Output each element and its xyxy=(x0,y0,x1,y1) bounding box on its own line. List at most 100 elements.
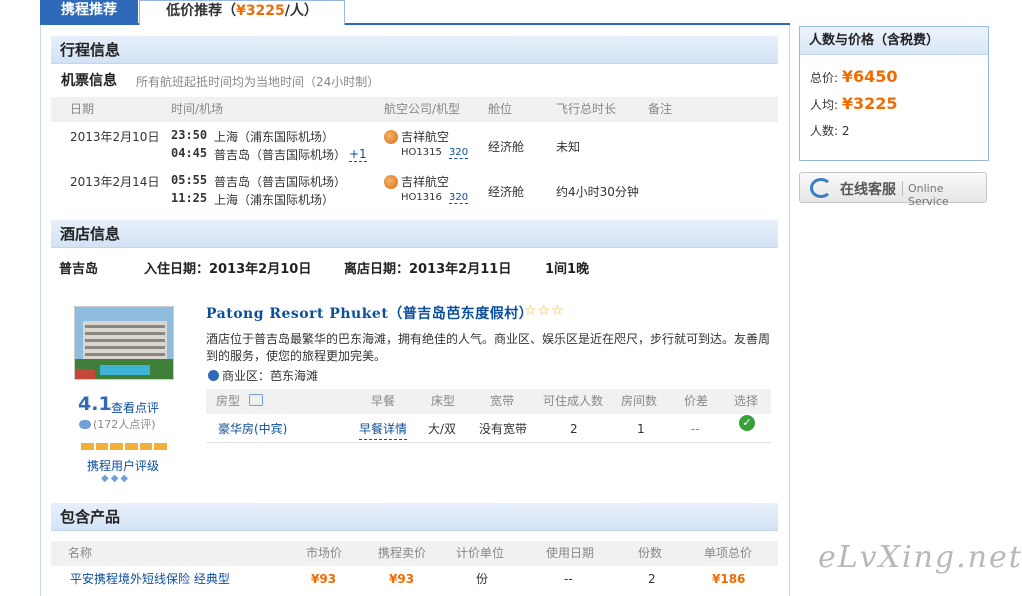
col-unit: 计价单位 xyxy=(456,546,505,560)
col-rooms: 房间数 xyxy=(621,394,658,408)
product-row: 平安携程境外短线保险 经典型 ¥93 ¥93 份 -- 2 ¥186 xyxy=(51,567,778,592)
review-count-text: (172人点评) xyxy=(93,418,156,431)
price-summary-title: 人数与价格（含税费） xyxy=(800,27,988,55)
col-ctrip-price: 携程卖价 xyxy=(378,546,427,560)
location-icon xyxy=(208,370,219,381)
dep-airport: 上海（浦东国际机场） xyxy=(214,130,335,144)
cabin: 经济舱 xyxy=(488,140,525,154)
col-cabin: 舱位 xyxy=(488,102,513,116)
price-summary-box: 人数与价格（含税费） 总价: ¥6450 人均: ¥3225 人数: 2 xyxy=(799,26,989,161)
product-qty: 2 xyxy=(648,572,656,586)
review-count: (172人点评) xyxy=(79,416,156,432)
checkin-date: 入住日期：2013年2月10日 xyxy=(144,262,312,277)
selected-check-icon[interactable]: ✓ xyxy=(739,415,755,431)
product-market-price: ¥93 xyxy=(311,572,337,586)
col-room-type: 房型 xyxy=(216,394,241,408)
col-qty: 份数 xyxy=(638,546,663,560)
room-price-diff: -- xyxy=(691,422,700,436)
product-use-date: -- xyxy=(564,572,573,586)
duration: 未知 xyxy=(556,140,581,154)
airline: 吉祥航空 xyxy=(384,128,449,145)
room-bed: 大/双 xyxy=(428,422,457,436)
flight-date: 2013年2月14日 xyxy=(70,175,160,189)
room-adults: 2 xyxy=(570,422,578,436)
avg-price-value: ¥3225 xyxy=(841,94,898,113)
online-service-button[interactable]: 在线客服 Online Service xyxy=(799,172,987,208)
aircraft-type[interactable]: 320 xyxy=(449,192,469,204)
airline: 吉祥航空 xyxy=(384,173,449,190)
room-row: 豪华房(中宾) 早餐详情 大/双 没有宽带 2 1 -- ✓ xyxy=(206,415,771,443)
view-reviews-link[interactable]: 查看点评 xyxy=(111,399,159,416)
rating-diamonds-icon: ◆◆◆ xyxy=(101,473,131,484)
col-airline: 航空公司/机型 xyxy=(384,102,461,116)
col-time-airport: 时间/机场 xyxy=(171,102,224,116)
hotel-city: 普吉岛 xyxy=(59,262,99,277)
product-total: ¥186 xyxy=(712,572,746,586)
arr-airport: 上海（浦东国际机场） xyxy=(214,193,335,207)
rating-bar xyxy=(81,443,168,450)
flight-date: 2013年2月10日 xyxy=(70,130,160,144)
hotel-stars: ☆☆☆ xyxy=(524,303,565,319)
col-duration: 飞行总时长 xyxy=(556,102,617,116)
business-area-text: 商业区：芭东海滩 xyxy=(222,369,319,383)
flight-title: 机票信息 xyxy=(61,73,117,89)
breakfast-details-link[interactable]: 早餐详情 xyxy=(359,419,408,440)
hotel-header: 酒店信息 xyxy=(51,220,778,248)
flight-note: 所有航班起抵时间均为当地时间（24小时制） xyxy=(136,75,380,89)
flight-table-header: 日期 时间/机场 航空公司/机型 舱位 飞行总时长 备注 xyxy=(51,97,778,122)
hotel-photo[interactable] xyxy=(74,306,174,380)
tab-lowprice-recommend[interactable]: 低价推荐（¥3225/人） xyxy=(139,0,345,25)
hotel-score: 4.1 xyxy=(78,393,112,415)
hotel-image xyxy=(75,307,173,379)
flight-number: HO1315 xyxy=(401,147,442,158)
online-service-label-en: Online Service xyxy=(908,182,949,208)
products-table-header: 名称 市场价 携程卖价 计价单位 使用日期 份数 单项总价 xyxy=(51,541,778,566)
dep-time: 05:55 xyxy=(171,173,208,187)
tab-lowprice-price: ¥3225 xyxy=(236,3,285,19)
watermark: eLvXing.net xyxy=(818,540,1022,575)
headset-icon xyxy=(810,178,832,198)
col-select: 选择 xyxy=(734,394,759,408)
flight-row: 2013年2月14日 05:55 普吉岛（普吉国际机场） 11:25 上海（浦东… xyxy=(51,171,778,215)
dep-airport: 普吉岛（普吉国际机场） xyxy=(214,175,347,189)
cabin: 经济舱 xyxy=(488,185,525,199)
col-price-diff: 价差 xyxy=(684,394,709,408)
user-rating-label: 携程用户评级 xyxy=(87,459,160,473)
main-panel: 行程信息 机票信息 所有航班起抵时间均为当地时间（24小时制） 日期 时间/机场… xyxy=(40,25,790,596)
business-area: 商业区：芭东海滩 xyxy=(208,367,318,384)
col-use-date: 使用日期 xyxy=(546,546,595,560)
flight-row: 2013年2月10日 23:50 上海（浦东国际机场） 04:45 普吉岛（普吉… xyxy=(51,126,778,170)
duration: 约4小时30分钟 xyxy=(556,185,639,199)
flight-number: HO1316 xyxy=(401,192,442,203)
total-price: 总价: ¥6450 xyxy=(810,67,898,86)
room-broadband: 没有宽带 xyxy=(479,422,528,436)
online-service-label-cn: 在线客服 xyxy=(840,182,896,198)
people-count-label: 人数: xyxy=(810,124,839,138)
col-total: 单项总价 xyxy=(704,546,753,560)
tab-ctrip-recommend-label: 携程推荐 xyxy=(61,2,117,18)
tab-ctrip-recommend[interactable]: 携程推荐 xyxy=(40,0,138,25)
tab-lowprice-prefix: 低价推荐（ xyxy=(166,3,237,19)
hotel-description: 酒店位于普吉岛最繁华的巴东海滩，拥有绝佳的人气。商业区、娱乐区是近在咫尺，步行就… xyxy=(206,332,771,363)
comment-icon xyxy=(79,420,91,429)
total-price-value: ¥6450 xyxy=(841,67,898,86)
total-price-label: 总价: xyxy=(810,71,839,85)
room-info-icon[interactable] xyxy=(249,394,263,406)
col-breakfast: 早餐 xyxy=(371,394,396,408)
arr-airport: 普吉岛（普吉国际机场） xyxy=(214,148,347,162)
col-market-price: 市场价 xyxy=(306,546,343,560)
service-divider xyxy=(902,181,903,196)
aircraft-type[interactable]: 320 xyxy=(449,147,469,159)
room-type-link[interactable]: 豪华房(中宾) xyxy=(218,415,287,443)
hotel-name-link[interactable]: Patong Resort Phuket（普吉岛芭东度假村） xyxy=(206,303,533,323)
airline-logo-icon xyxy=(384,130,398,144)
tab-lowprice-suffix: /人） xyxy=(284,3,318,19)
arr-time: 11:25 xyxy=(171,191,208,205)
col-name: 名称 xyxy=(68,546,93,560)
product-ctrip-price: ¥93 xyxy=(389,572,415,586)
arr-time: 04:45 xyxy=(171,146,208,160)
col-date: 日期 xyxy=(70,102,95,116)
day-offset[interactable]: +1 xyxy=(349,147,367,162)
avg-price-label: 人均: xyxy=(810,98,839,112)
product-name-link[interactable]: 平安携程境外短线保险 经典型 xyxy=(70,567,230,592)
